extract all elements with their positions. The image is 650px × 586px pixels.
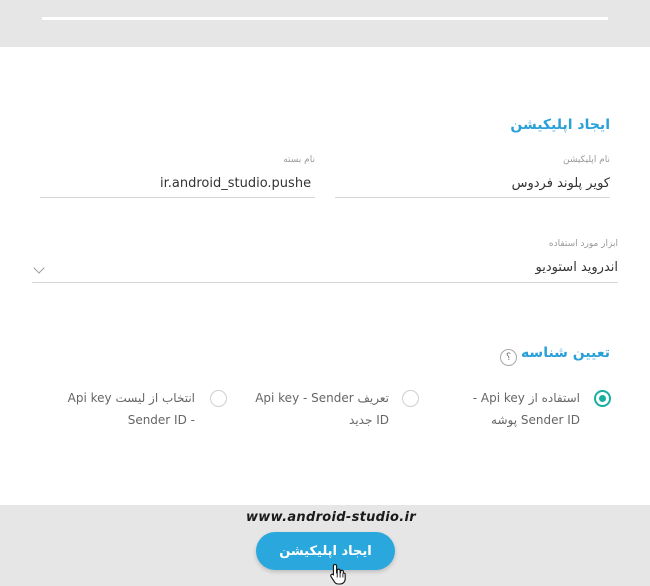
option-1-line2: Sender ID پوشه bbox=[491, 413, 580, 427]
top-band bbox=[0, 0, 650, 47]
watermark-text: www.android-studio.ir bbox=[246, 510, 416, 525]
app-name-input[interactable]: کویر پلوند فردوس bbox=[512, 176, 610, 191]
help-icon[interactable]: ؟ bbox=[500, 349, 517, 366]
package-name-label: نام بسته bbox=[283, 155, 315, 165]
option-3-line1: انتخاب از لیست Api key bbox=[67, 391, 195, 405]
option-1-label[interactable]: استفاده از Api key - Sender ID پوشه bbox=[473, 387, 580, 431]
form-title: ایجاد اپلیکیشن bbox=[510, 117, 610, 133]
create-app-button[interactable]: ایجاد اپلیکیشن bbox=[256, 532, 395, 570]
radio-option-2[interactable] bbox=[402, 390, 419, 407]
tool-label: ابزار مورد استفاده bbox=[548, 239, 618, 249]
package-name-underline bbox=[40, 197, 315, 198]
option-3-label[interactable]: انتخاب از لیست Api key - Sender ID bbox=[68, 387, 195, 431]
identity-title: تعیین شناسه bbox=[520, 345, 610, 361]
option-3-line2: - Sender ID bbox=[127, 413, 195, 427]
option-2-line1: تعریف Api key - Sender bbox=[255, 391, 389, 405]
option-2-label[interactable]: تعریف Api key - Sender ID جدید bbox=[255, 387, 389, 431]
option-2-line2: ID جدید bbox=[349, 413, 389, 427]
option-1-line1: استفاده از Api key - bbox=[472, 391, 580, 405]
tool-underline bbox=[32, 282, 618, 283]
tool-select-value[interactable]: اندروید استودیو bbox=[536, 260, 618, 275]
app-name-label: نام اپلیکیشن bbox=[563, 155, 610, 165]
app-name-underline bbox=[335, 197, 610, 198]
hand-cursor-icon bbox=[330, 563, 346, 585]
radio-option-1[interactable] bbox=[594, 390, 611, 407]
top-divider bbox=[42, 17, 608, 20]
form-card bbox=[0, 47, 650, 505]
radio-option-3[interactable] bbox=[210, 390, 227, 407]
package-name-input[interactable]: ir.android_studio.pushe bbox=[160, 176, 311, 191]
